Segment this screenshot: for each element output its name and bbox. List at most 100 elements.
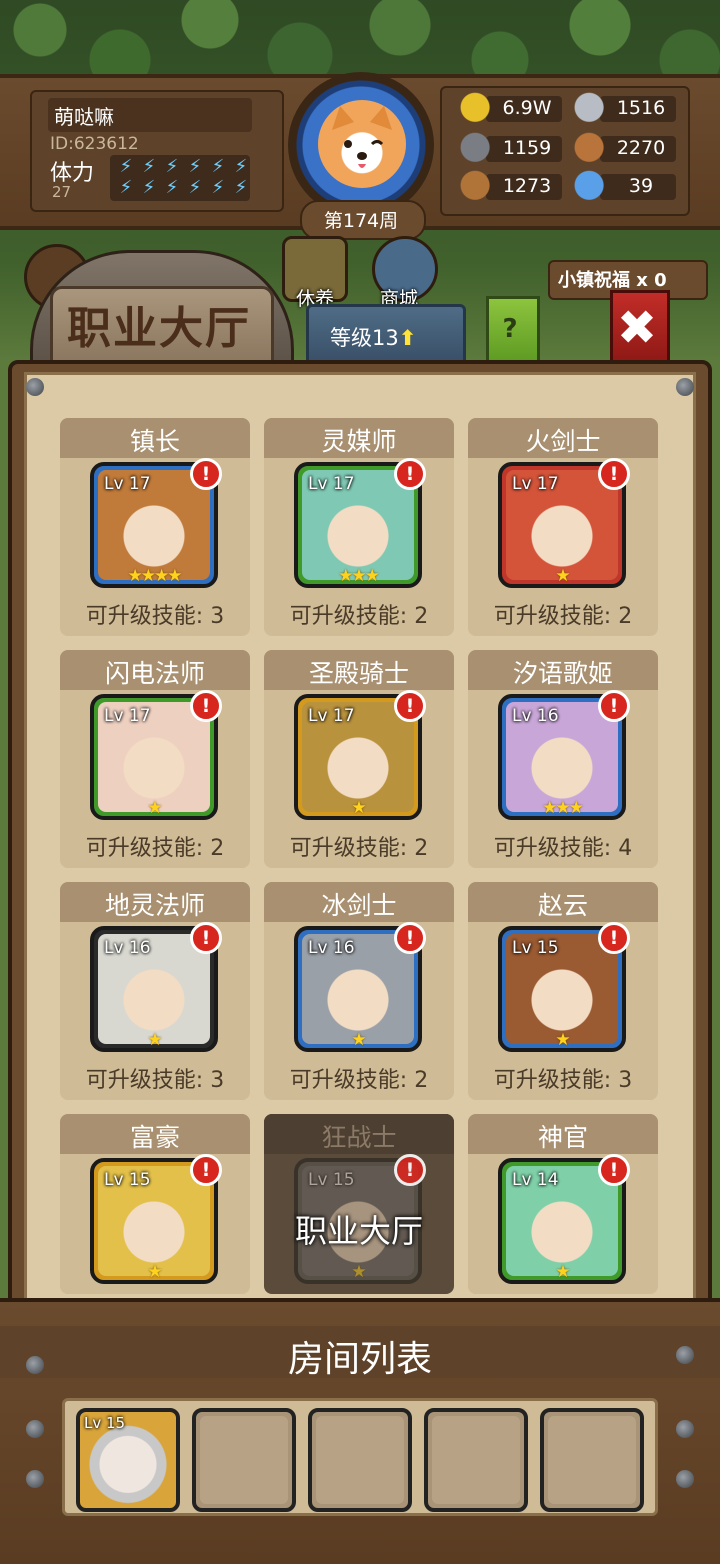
class-card[interactable]: 赵云 Lv 15 ★! 可升级技能: 3 bbox=[468, 882, 658, 1100]
star-rating: ★ bbox=[147, 798, 162, 818]
room-slot-empty[interactable] bbox=[540, 1408, 644, 1512]
resource-wood-log: 1273 bbox=[458, 170, 568, 204]
leather-icon bbox=[572, 132, 610, 166]
alert-icon[interactable]: ! bbox=[394, 922, 426, 954]
class-card[interactable]: 狂战士 Lv 15 ★! 职业大厅 bbox=[264, 1114, 454, 1294]
rivet bbox=[26, 1356, 44, 1374]
alert-icon[interactable]: ! bbox=[190, 458, 222, 490]
room-slot-empty[interactable] bbox=[308, 1408, 412, 1512]
resource-gold-coin: 6.9W bbox=[458, 92, 568, 126]
level-label: 等级13⬆ bbox=[330, 322, 416, 352]
alert-icon[interactable]: ! bbox=[598, 458, 630, 490]
class-name: 汐语歌姬 bbox=[512, 659, 613, 688]
hero-level: Lv 16 bbox=[308, 938, 355, 958]
lightning-bolt-icon: ⚡ bbox=[165, 156, 179, 177]
alert-icon[interactable]: ! bbox=[394, 690, 426, 722]
star-rating: ★★★ bbox=[338, 566, 380, 586]
star-rating: ★ bbox=[351, 798, 366, 818]
class-name: 神官 bbox=[537, 1123, 588, 1152]
help-icon: ? bbox=[502, 314, 518, 344]
star-rating: ★★★★ bbox=[127, 566, 183, 586]
stamina-bolts: ⚡ ⚡ ⚡ ⚡ ⚡ ⚡ ⚡ ⚡ ⚡ ⚡ ⚡ ⚡ bbox=[110, 155, 250, 201]
class-card[interactable]: 镇长 Lv 17 ★★★★! 可升级技能: 3 bbox=[60, 418, 250, 636]
room-slot-inner bbox=[316, 1416, 404, 1504]
class-card[interactable]: 汐语歌姬 Lv 16 ★★★! 可升级技能: 4 bbox=[468, 650, 658, 868]
upgradable-skills: 可升级技能: 2 bbox=[289, 836, 429, 861]
class-card[interactable]: 灵媒师 Lv 17 ★★★! 可升级技能: 2 bbox=[264, 418, 454, 636]
lightning-bolt-icon: ⚡ bbox=[165, 177, 179, 198]
room-slot-inner bbox=[548, 1416, 636, 1504]
avatar[interactable] bbox=[318, 100, 406, 188]
alert-icon[interactable]: ! bbox=[394, 1154, 426, 1186]
alert-icon[interactable]: ! bbox=[394, 458, 426, 490]
stamina-value: 27 bbox=[52, 183, 72, 201]
alert-icon[interactable]: ! bbox=[598, 1154, 630, 1186]
crystal-icon bbox=[572, 170, 610, 204]
lightning-bolt-icon: ⚡ bbox=[188, 156, 202, 177]
hero-level: Lv 17 bbox=[512, 474, 559, 494]
upgradable-skills: 可升级技能: 2 bbox=[493, 604, 633, 629]
wood-log-icon bbox=[458, 170, 496, 204]
upgradable-skills: 可升级技能: 2 bbox=[289, 1068, 429, 1093]
class-card[interactable]: 地灵法师 Lv 16 ★! 可升级技能: 3 bbox=[60, 882, 250, 1100]
hero-level: Lv 16 bbox=[512, 706, 559, 726]
lightning-bolt-icon: ⚡ bbox=[234, 156, 248, 177]
resource-value: 2270 bbox=[616, 137, 666, 159]
shiba-dog-icon bbox=[332, 106, 392, 168]
lightning-bolt-icon: ⚡ bbox=[142, 177, 156, 198]
class-name: 赵云 bbox=[537, 891, 588, 920]
resource-iron-ingot: 1516 bbox=[572, 92, 682, 126]
hero-level: Lv 17 bbox=[308, 474, 355, 494]
class-card[interactable]: 闪电法师 Lv 17 ★! 可升级技能: 2 bbox=[60, 650, 250, 868]
room-slot-inner bbox=[200, 1416, 288, 1504]
stone-icon bbox=[458, 132, 496, 166]
hero-level: Lv 15 bbox=[512, 938, 559, 958]
alert-icon[interactable]: ! bbox=[190, 690, 222, 722]
class-name: 圣殿骑士 bbox=[308, 659, 409, 688]
class-card[interactable]: 火剑士 Lv 17 ★! 可升级技能: 2 bbox=[468, 418, 658, 636]
player-name: 萌哒嘛 bbox=[54, 105, 114, 129]
class-card[interactable]: 冰剑士 Lv 16 ★! 可升级技能: 2 bbox=[264, 882, 454, 1100]
class-card[interactable]: 神官 Lv 14 ★! bbox=[468, 1114, 658, 1294]
class-card[interactable]: 富豪 Lv 15 ★! bbox=[60, 1114, 250, 1294]
rivet bbox=[676, 378, 694, 396]
class-name: 镇长 bbox=[129, 427, 180, 456]
class-card[interactable]: 圣殿骑士 Lv 17 ★! 可升级技能: 2 bbox=[264, 650, 454, 868]
week-counter: 第174周 bbox=[323, 210, 399, 232]
lightning-bolt-icon: ⚡ bbox=[211, 177, 225, 198]
star-rating: ★★★ bbox=[542, 798, 584, 818]
room-slot-occupied[interactable]: Lv 15 bbox=[76, 1408, 180, 1512]
hero-level: Lv 17 bbox=[308, 706, 355, 726]
hero-level: Lv 16 bbox=[104, 938, 151, 958]
iron-ingot-icon bbox=[572, 92, 610, 126]
upgradable-skills: 可升级技能: 3 bbox=[85, 604, 225, 629]
resource-leather: 2270 bbox=[572, 132, 682, 166]
rivet bbox=[676, 1346, 694, 1364]
close-icon: ✖ bbox=[616, 300, 658, 356]
alert-icon[interactable]: ! bbox=[598, 922, 630, 954]
hero-level: Lv 15 bbox=[104, 1170, 151, 1190]
level-value: 等级13 bbox=[330, 326, 399, 350]
gold-coin-icon bbox=[458, 92, 496, 126]
class-name: 闪电法师 bbox=[104, 659, 205, 688]
rivet bbox=[26, 378, 44, 396]
rivet bbox=[26, 1470, 44, 1488]
room-slot-empty[interactable] bbox=[424, 1408, 528, 1512]
alert-icon[interactable]: ! bbox=[598, 690, 630, 722]
class-name: 地灵法师 bbox=[104, 891, 205, 920]
lightning-bolt-icon: ⚡ bbox=[119, 177, 133, 198]
lightning-bolt-icon: ⚡ bbox=[119, 156, 133, 177]
class-name: 富豪 bbox=[129, 1123, 180, 1152]
upgradable-skills: 可升级技能: 4 bbox=[493, 836, 633, 861]
resource-value: 1273 bbox=[502, 175, 552, 197]
class-name: 火剑士 bbox=[525, 427, 601, 456]
alert-icon[interactable]: ! bbox=[190, 1154, 222, 1186]
room-slot-empty[interactable] bbox=[192, 1408, 296, 1512]
lightning-bolt-icon: ⚡ bbox=[188, 177, 202, 198]
class-name: 灵媒师 bbox=[321, 427, 397, 456]
alert-icon[interactable]: ! bbox=[190, 922, 222, 954]
upgradable-skills: 可升级技能: 3 bbox=[493, 1068, 633, 1093]
upgrade-arrow-icon: ⬆ bbox=[398, 326, 417, 350]
class-name: 冰剑士 bbox=[321, 891, 397, 920]
resource-stone: 1159 bbox=[458, 132, 568, 166]
